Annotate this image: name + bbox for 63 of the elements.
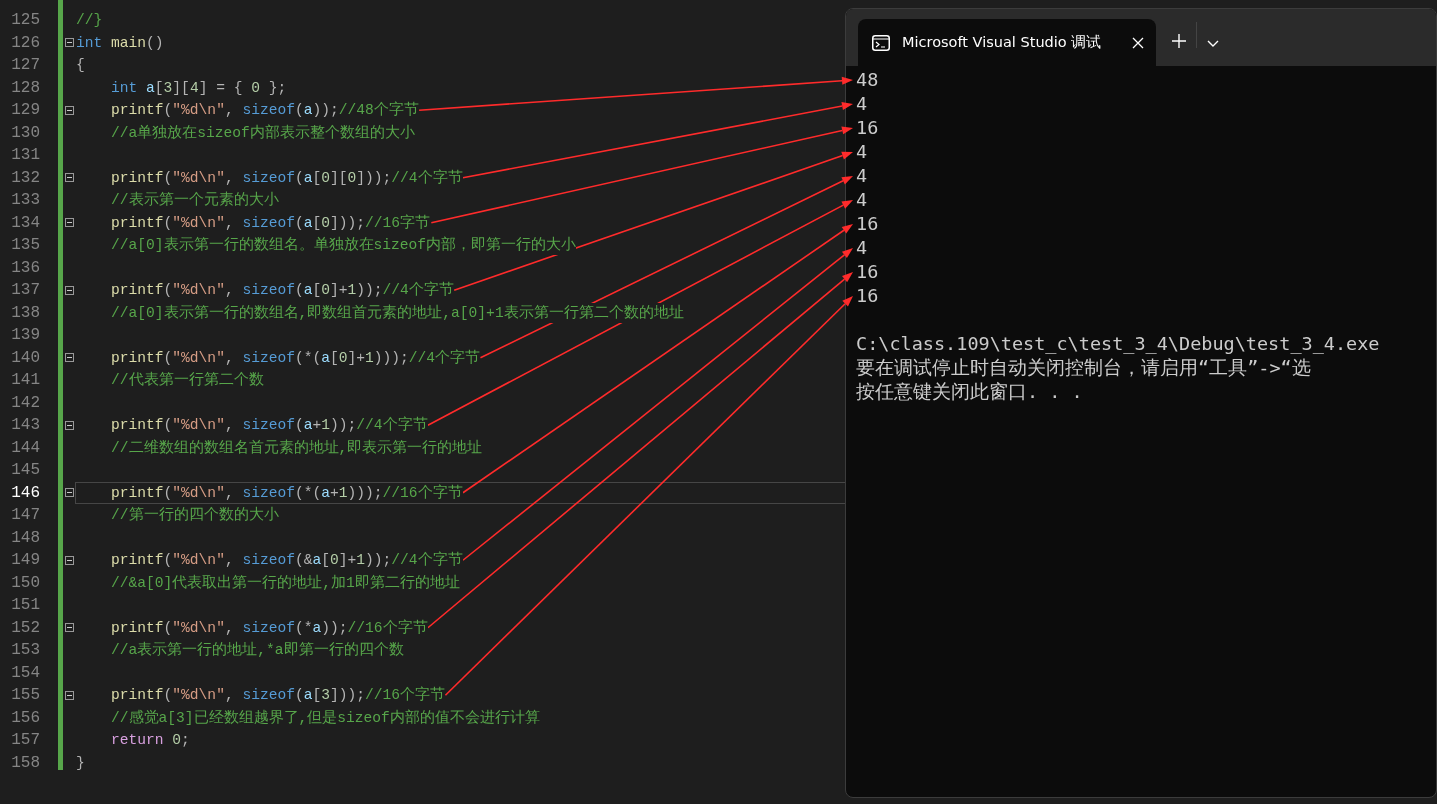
line-number: 143 bbox=[10, 415, 40, 436]
output-line: 16 bbox=[856, 212, 879, 236]
line-number: 151 bbox=[10, 595, 40, 616]
line-number: 128 bbox=[10, 77, 40, 99]
output-line: 4 bbox=[856, 164, 868, 188]
output-line: 16 bbox=[856, 284, 879, 308]
line-number: 153 bbox=[10, 640, 40, 661]
output-line: C:\class.109\test_c\test_3_4\Debug\test_3_4.exe bbox=[856, 332, 1380, 356]
line-number: 134 bbox=[10, 212, 40, 234]
line-number: 137 bbox=[10, 280, 40, 301]
chevron-down-icon bbox=[1207, 40, 1219, 48]
output-line: 16 bbox=[856, 260, 879, 284]
output-line: 4 bbox=[856, 92, 868, 116]
line-number: 145 bbox=[10, 460, 40, 481]
line-number: 154 bbox=[10, 662, 40, 684]
collapse-icon[interactable] bbox=[64, 173, 74, 183]
line-number: 155 bbox=[10, 685, 40, 706]
collapse-icon[interactable] bbox=[64, 285, 74, 295]
collapse-icon[interactable] bbox=[64, 105, 74, 115]
line-number: 147 bbox=[10, 505, 40, 526]
collapse-icon[interactable] bbox=[64, 420, 74, 430]
line-number: 158 bbox=[10, 752, 40, 774]
collapse-icon[interactable] bbox=[64, 555, 74, 565]
line-number: 138 bbox=[10, 302, 40, 324]
line-number: 126 bbox=[10, 32, 40, 54]
line-number: 144 bbox=[10, 437, 40, 459]
line-number: 149 bbox=[10, 550, 40, 571]
collapse-icon[interactable] bbox=[64, 488, 74, 498]
output-line: 要在调试停止时自动关闭控制台，请启用“工具”->“选 bbox=[856, 356, 1311, 380]
line-number: 130 bbox=[10, 122, 40, 144]
output-line: 按任意键关闭此窗口. . . bbox=[856, 380, 1083, 404]
line-number: 133 bbox=[10, 190, 40, 211]
collapse-icon[interactable] bbox=[64, 353, 74, 363]
line-number: 152 bbox=[10, 617, 40, 639]
line-number: 150 bbox=[10, 572, 40, 594]
line-number: 142 bbox=[10, 392, 40, 414]
line-number: 136 bbox=[10, 257, 40, 279]
collapse-icon[interactable] bbox=[64, 218, 74, 228]
line-number: 135 bbox=[10, 235, 40, 256]
line-number: 129 bbox=[10, 100, 40, 121]
line-number: 156 bbox=[10, 707, 40, 729]
line-number: 131 bbox=[10, 145, 40, 166]
collapse-icon[interactable] bbox=[64, 623, 74, 633]
line-number: 146 bbox=[10, 482, 40, 504]
line-number: 140 bbox=[10, 347, 40, 369]
close-icon[interactable] bbox=[1132, 36, 1144, 49]
line-number: 157 bbox=[10, 730, 40, 751]
collapse-icon[interactable] bbox=[64, 38, 74, 48]
plus-icon bbox=[1172, 34, 1186, 48]
line-number: 132 bbox=[10, 167, 40, 189]
output-line: 4 bbox=[856, 236, 868, 260]
output-line: 16 bbox=[856, 116, 879, 140]
terminal-icon bbox=[872, 34, 890, 51]
console-tab[interactable]: Microsoft Visual Studio 调试 bbox=[858, 19, 1156, 66]
line-number: 139 bbox=[10, 325, 40, 346]
collapse-icon[interactable] bbox=[64, 690, 74, 700]
output-line: 4 bbox=[856, 140, 868, 164]
line-number: 125 bbox=[10, 10, 40, 31]
output-line: 4 bbox=[856, 188, 868, 212]
output-line: 48 bbox=[856, 68, 879, 92]
line-number: 127 bbox=[10, 55, 40, 76]
line-number: 148 bbox=[10, 527, 40, 549]
line-number: 141 bbox=[10, 370, 40, 391]
